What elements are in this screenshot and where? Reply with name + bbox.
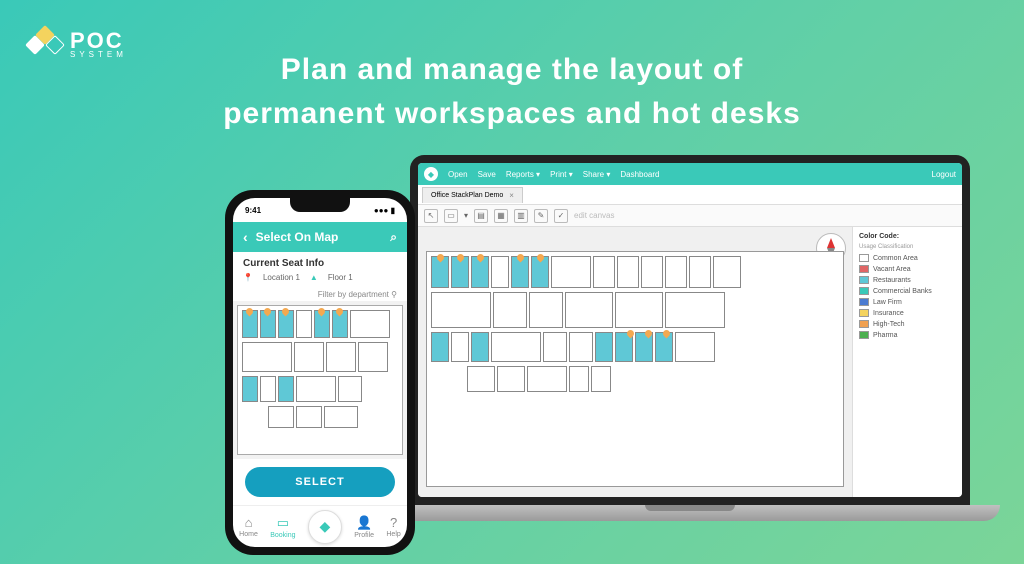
tool-check-icon[interactable]: ✓ <box>554 209 568 223</box>
home-icon: ⌂ <box>245 515 253 530</box>
legend-swatch <box>859 309 869 317</box>
phone-signal-icon: ●●● ▮ <box>374 206 395 215</box>
nav-home[interactable]: ⌂Home <box>239 515 258 538</box>
nav-booking[interactable]: ▭Booking <box>270 515 295 539</box>
app-menubar: ◆ Open Save Reports ▾ Print ▾ Share ▾ Da… <box>418 163 962 185</box>
seat-info-block: Current Seat Info 📍 Location 1 ▲ Floor 1 <box>233 252 407 288</box>
menu-dashboard[interactable]: Dashboard <box>620 170 659 179</box>
legend-swatch <box>859 320 869 328</box>
location-label[interactable]: Location 1 <box>263 273 300 282</box>
menu-share[interactable]: Share ▾ <box>583 170 611 179</box>
legend-item: High-Tech <box>859 320 956 328</box>
document-tab[interactable]: Office StackPlan Demo × <box>422 187 523 203</box>
tool-layers-icon[interactable]: ▤ <box>474 209 488 223</box>
search-icon[interactable]: ⌕ <box>390 230 397 245</box>
app-tabbar: Office StackPlan Demo × <box>418 185 962 205</box>
legend-swatch <box>859 298 869 306</box>
legend-label: Insurance <box>873 310 904 317</box>
legend-label: Vacant Area <box>873 266 911 273</box>
legend-item: Law Firm <box>859 298 956 306</box>
legend-item: Common Area <box>859 254 956 262</box>
menu-open[interactable]: Open <box>448 170 468 179</box>
filter-row[interactable]: Filter by department ⚲ <box>233 288 407 301</box>
phone-time: 9:41 <box>245 206 261 215</box>
floorplan-canvas[interactable] <box>418 227 852 497</box>
seat-info-title: Current Seat Info <box>243 258 397 269</box>
legend-swatch <box>859 287 869 295</box>
floor-label[interactable]: Floor 1 <box>328 273 353 282</box>
toolbar-hint: edit canvas <box>574 211 614 220</box>
legend-label: Restaurants <box>873 277 911 284</box>
tool-grid-icon[interactable]: ▦ <box>494 209 508 223</box>
close-icon[interactable]: × <box>509 191 514 200</box>
mobile-app: 9:41 ●●● ▮ ‹ Select On Map ⌕ Current Sea… <box>233 198 407 547</box>
laptop-base <box>380 505 1000 521</box>
menu-reports[interactable]: Reports ▾ <box>506 170 540 179</box>
tool-dropdown-icon[interactable]: ▾ <box>464 211 468 220</box>
location-pin-icon: 📍 <box>243 273 253 282</box>
phone-notch <box>290 198 350 212</box>
legend-item: Insurance <box>859 309 956 317</box>
filter-icon: ⚲ <box>391 290 397 299</box>
floor-icon: ▲ <box>310 273 318 282</box>
app-logo-icon: ◆ <box>424 167 438 181</box>
legend-label: Law Firm <box>873 299 902 306</box>
legend-sidebar: Color Code: Usage Classification Common … <box>852 227 962 497</box>
profile-icon: 👤 <box>356 515 372 531</box>
legend-label: High-Tech <box>873 321 905 328</box>
menu-logout[interactable]: Logout <box>932 170 956 179</box>
laptop-mockup: ◆ Open Save Reports ▾ Print ▾ Share ▾ Da… <box>380 155 1000 555</box>
legend-label: Pharma <box>873 332 898 339</box>
legend-swatch <box>859 331 869 339</box>
nav-help[interactable]: ?Help <box>386 515 400 538</box>
legend-item: Restaurants <box>859 276 956 284</box>
page-headline: Plan and manage the layout of permanent … <box>0 48 1024 135</box>
nav-center-button[interactable]: ◆ <box>308 510 342 544</box>
legend-swatch <box>859 276 869 284</box>
select-button[interactable]: SELECT <box>245 467 395 497</box>
tool-rect-icon[interactable]: ▭ <box>444 209 458 223</box>
legend-swatch <box>859 254 869 262</box>
legend-item: Commercial Banks <box>859 287 956 295</box>
legend-item: Pharma <box>859 331 956 339</box>
mobile-bottom-nav: ⌂Home ▭Booking ◆ 👤Profile ?Help <box>233 505 407 547</box>
legend-title: Color Code: <box>859 233 956 240</box>
menu-save[interactable]: Save <box>478 170 496 179</box>
tool-columns-icon[interactable]: ▥ <box>514 209 528 223</box>
mobile-floorplan-canvas[interactable] <box>233 301 407 459</box>
legend-subtitle: Usage Classification <box>859 244 956 250</box>
back-icon[interactable]: ‹ <box>243 229 248 245</box>
mobile-title: Select On Map <box>256 230 339 244</box>
legend-item: Vacant Area <box>859 265 956 273</box>
floorplan[interactable] <box>426 251 844 487</box>
legend-swatch <box>859 265 869 273</box>
app-toolbar: ↖ ▭ ▾ ▤ ▦ ▥ ✎ ✓ edit canvas <box>418 205 962 227</box>
nav-profile[interactable]: 👤Profile <box>354 515 374 539</box>
mobile-header: ‹ Select On Map ⌕ <box>233 222 407 252</box>
tool-measure-icon[interactable]: ✎ <box>534 209 548 223</box>
menu-print[interactable]: Print ▾ <box>550 170 573 179</box>
help-icon: ? <box>390 515 397 530</box>
legend-label: Common Area <box>873 255 918 262</box>
desktop-app: ◆ Open Save Reports ▾ Print ▾ Share ▾ Da… <box>418 163 962 497</box>
legend-label: Commercial Banks <box>873 288 932 295</box>
calendar-icon: ▭ <box>277 515 289 531</box>
brand-mini-icon: ◆ <box>319 518 330 535</box>
phone-mockup: 9:41 ●●● ▮ ‹ Select On Map ⌕ Current Sea… <box>225 190 415 555</box>
tool-cursor-icon[interactable]: ↖ <box>424 209 438 223</box>
